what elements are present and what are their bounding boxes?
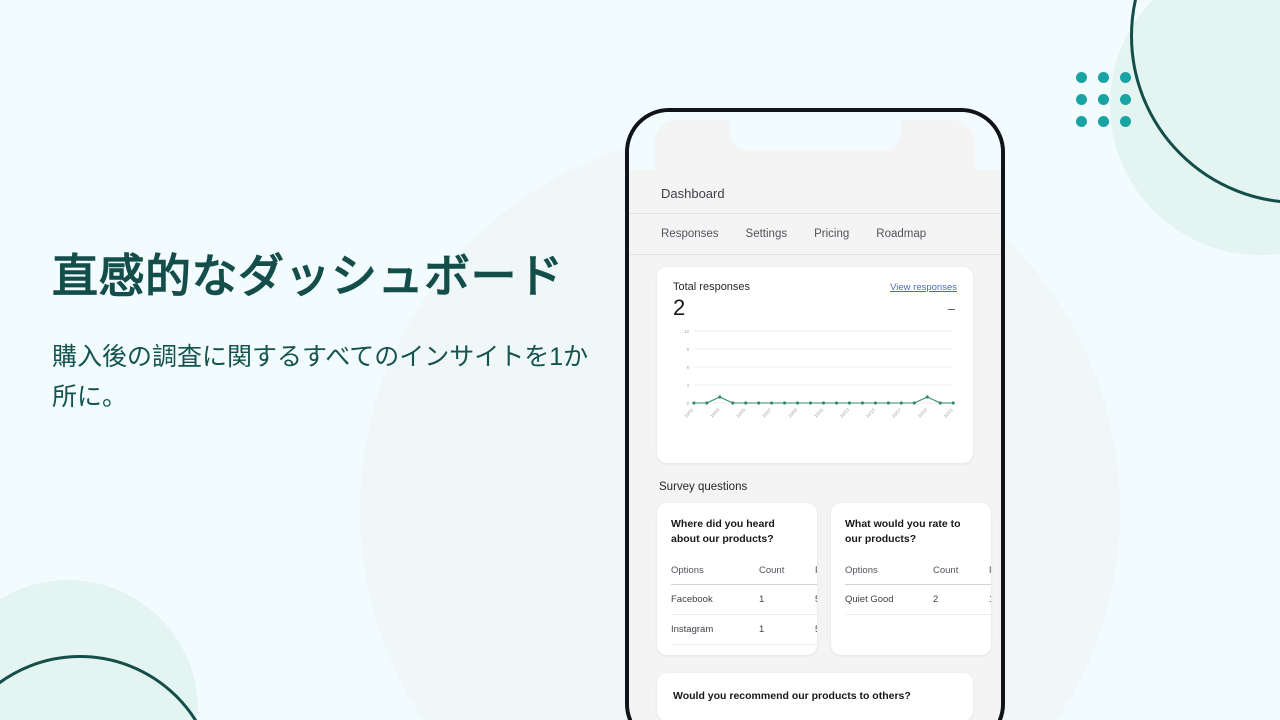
svg-text:10/01: 10/01 [683, 407, 694, 419]
svg-text:9: 9 [687, 347, 690, 352]
line-chart-svg: 0 3 6 9 12 10/01 10/03 10/05 10/07 10/09 10/11 10/1… [683, 329, 955, 419]
survey-question-card-1: Where did you heard about our products? … [657, 503, 817, 656]
app-title: Dashboard [661, 186, 725, 201]
svg-text:0: 0 [687, 401, 690, 406]
svg-text:10/21: 10/21 [943, 407, 954, 419]
cell-percentage: 50 [815, 584, 817, 616]
phone-notch-area [629, 112, 1001, 172]
mint-circle-bottom-left-icon [0, 580, 198, 720]
page-subtitle: 購入後の調査に関するすべてのインサイトを1か所に。 [52, 342, 589, 412]
svg-text:10/05: 10/05 [735, 407, 746, 419]
svg-text:10/03: 10/03 [709, 407, 720, 419]
svg-text:10/07: 10/07 [761, 407, 772, 419]
circle-outline-top-right-icon [1130, 0, 1280, 204]
svg-text:10/17: 10/17 [891, 407, 902, 419]
chart-title: Total responses [673, 281, 751, 293]
chart-card-header: Total responses View responses [673, 281, 957, 293]
table-header-row: Options Count Percentage [671, 565, 817, 586]
view-responses-link[interactable]: View responses [890, 282, 957, 293]
phone-mockup: Dashboard Responses Settings Pricing Roa… [625, 108, 1005, 720]
cell-percentage: 100 [989, 584, 991, 616]
phone-notch [729, 120, 901, 150]
app-header: Dashboard [629, 170, 1001, 214]
tab-pricing[interactable]: Pricing [814, 228, 849, 240]
column-options: Options [671, 565, 759, 586]
column-percentage: Percentage [989, 565, 991, 586]
trend-indicator: – [947, 300, 955, 316]
chart-value-row: 2 – [673, 297, 957, 319]
survey-section-heading: Survey questions [659, 481, 748, 493]
table-row: Facebook 1 50 [671, 584, 817, 616]
table-header-row: Options Count Percentage [845, 565, 991, 586]
results-table: Options Count Percentage Quiet Good 2 10… [845, 565, 991, 616]
cell-option: Facebook [671, 584, 759, 616]
column-percentage: Percentage [815, 565, 817, 586]
phone-screen: Dashboard Responses Settings Pricing Roa… [629, 112, 1001, 720]
circle-outline-bottom-left-icon [0, 655, 218, 720]
marketing-slide: 直感的なダッシュボード 購入後の調査に関するすべてのインサイトを1か所に。 Da… [0, 0, 1280, 720]
total-responses-card: Total responses View responses 2 – 0 3 6 9 1… [657, 267, 973, 463]
survey-question-card-2: What would you rate to our products? Opt… [831, 503, 991, 656]
svg-text:10/13: 10/13 [839, 407, 850, 419]
cell-option: Instagram [671, 614, 759, 646]
svg-text:10/19: 10/19 [917, 407, 928, 419]
dot-grid-icon [1076, 72, 1131, 127]
cell-percentage: 50 [815, 614, 817, 646]
svg-text:10/11: 10/11 [813, 407, 824, 419]
nav-tabs: Responses Settings Pricing Roadmap [629, 214, 1001, 255]
tab-settings[interactable]: Settings [746, 228, 788, 240]
column-options: Options [845, 565, 933, 586]
question-title: Would you recommend our products to othe… [673, 690, 911, 703]
total-responses-value: 2 [673, 295, 686, 320]
column-count: Count [759, 565, 815, 586]
tab-roadmap[interactable]: Roadmap [876, 228, 926, 240]
cell-count: 1 [759, 584, 815, 616]
mint-circle-top-right-icon [1110, 0, 1280, 255]
tab-responses[interactable]: Responses [661, 228, 719, 240]
cell-option: Quiet Good [845, 584, 933, 616]
marketing-copy: 直感的なダッシュボード 購入後の調査に関するすべてのインサイトを1か所に。 [52, 246, 612, 418]
survey-question-row: Where did you heard about our products? … [657, 503, 991, 656]
table-row: Instagram 1 50 [671, 614, 817, 646]
column-count: Count [933, 565, 989, 586]
svg-text:10/15: 10/15 [865, 407, 876, 419]
svg-text:6: 6 [687, 365, 690, 370]
survey-question-card-3: Would you recommend our products to othe… [657, 673, 973, 720]
cell-count: 2 [933, 584, 989, 616]
cell-count: 1 [759, 614, 815, 646]
svg-text:10/09: 10/09 [787, 407, 798, 419]
svg-text:3: 3 [687, 383, 690, 388]
svg-text:12: 12 [684, 329, 689, 334]
results-table: Options Count Percentage Facebook 1 50 [671, 565, 817, 646]
question-title: Where did you heard about our products? [671, 518, 775, 546]
responses-line-chart: 0 3 6 9 12 10/01 10/03 10/05 10/07 10/09 10/11 10/1… [673, 327, 957, 445]
app-body: Total responses View responses 2 – 0 3 6 9 1… [629, 255, 1001, 720]
page-title: 直感的なダッシュボード [52, 250, 564, 302]
question-title: What would you rate to our products? [845, 518, 961, 546]
table-row: Quiet Good 2 100 [845, 584, 991, 616]
